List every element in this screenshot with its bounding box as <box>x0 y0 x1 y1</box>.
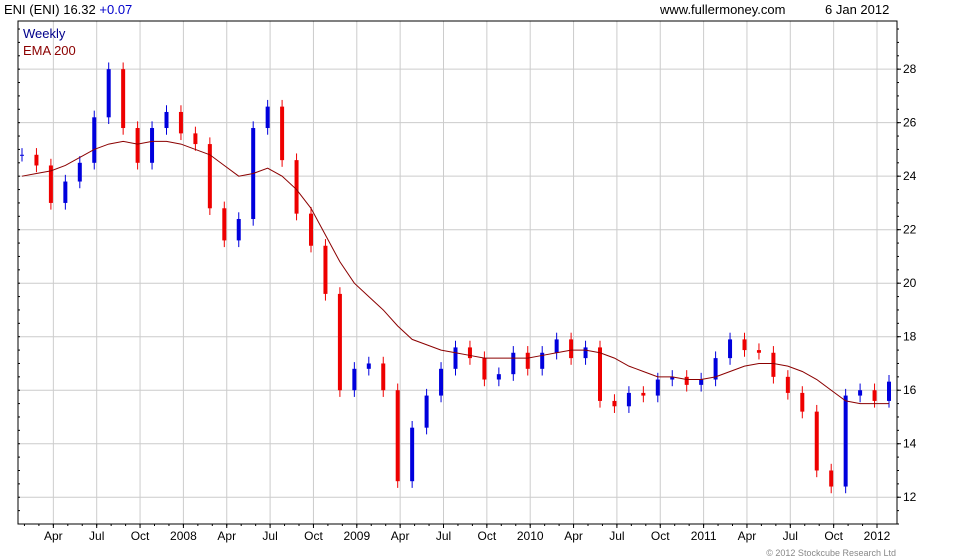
candle-body <box>843 395 848 487</box>
y-tick-label: 14 <box>903 437 917 451</box>
candle-body <box>280 106 285 161</box>
candle-body <box>150 128 155 163</box>
x-tick-label: Jul <box>262 529 277 543</box>
candle-body <box>598 347 602 401</box>
candle-body <box>92 117 97 163</box>
candle-body <box>34 154 39 166</box>
candle-body <box>482 358 487 380</box>
candle-body <box>814 411 819 471</box>
candle-body <box>641 392 646 396</box>
y-tick-label: 26 <box>903 116 917 130</box>
candle-body <box>858 390 863 396</box>
candle-body <box>424 395 429 428</box>
candle-body <box>366 363 371 369</box>
plot-frame <box>17 20 898 525</box>
candle-body <box>887 381 891 401</box>
y-tick-label: 18 <box>903 330 917 344</box>
x-tick-label: Apr <box>738 529 757 543</box>
copyright-note: © 2012 Stockcube Research Ltd <box>766 548 896 558</box>
candle-body <box>684 376 689 385</box>
x-tick-label: Apr <box>564 529 583 543</box>
candle-body <box>785 376 790 393</box>
candle-body <box>496 374 501 380</box>
candle-body <box>583 347 588 359</box>
legend-ema: EMA 200 <box>23 43 76 58</box>
candle-body <box>569 339 574 359</box>
candle-body <box>872 390 877 401</box>
weekly-candles <box>20 62 891 494</box>
candle-body <box>337 293 342 391</box>
candle-body <box>756 350 761 353</box>
candle-body <box>771 352 776 377</box>
axes: 12 14 16 18 20 22 24 26 28 Apr Jul Oct 2008 Apr Jul Oct… <box>18 28 917 543</box>
x-tick-label: Jul <box>783 529 798 543</box>
y-tick-label: 28 <box>903 62 917 76</box>
candle-body <box>655 379 660 396</box>
x-tick-label: Jul <box>436 529 451 543</box>
candle-body <box>511 352 516 375</box>
x-tick-label: Oct <box>651 529 670 543</box>
candle-body <box>800 392 805 412</box>
x-tick-label: Apr <box>391 529 410 543</box>
candle-body <box>395 390 400 482</box>
x-tick-label: 2008 <box>170 529 197 543</box>
x-tick-label: Oct <box>131 529 150 543</box>
candle-body <box>20 154 24 156</box>
candle-body <box>728 339 733 359</box>
x-tick-label: Apr <box>217 529 236 543</box>
candle-body <box>222 208 227 241</box>
price-chart: 12 14 16 18 20 22 24 26 28 Apr Jul Oct 2008 Apr Jul Oct… <box>17 20 917 543</box>
candle-body <box>554 339 559 353</box>
candle-body <box>121 69 126 129</box>
x-tick-label: Oct <box>304 529 323 543</box>
candle-body <box>467 347 472 359</box>
candle-body <box>236 218 241 241</box>
candle-body <box>135 128 140 163</box>
y-tick-label: 12 <box>903 490 917 504</box>
x-tick-label: 2010 <box>517 529 544 543</box>
candle-body <box>699 379 704 385</box>
y-tick-label: 20 <box>903 276 917 290</box>
candle-body <box>193 133 198 145</box>
x-tick-label: 2012 <box>864 529 891 543</box>
candle-body <box>294 160 299 214</box>
candle-body <box>439 368 444 396</box>
candle-body <box>410 427 415 482</box>
candle-body <box>164 111 169 129</box>
x-tick-label: Oct <box>478 529 497 543</box>
candle-body <box>829 470 834 487</box>
candle-body <box>265 106 270 129</box>
candle-body <box>77 162 82 182</box>
candle-body <box>626 392 631 407</box>
x-tick-label: Jul <box>609 529 624 543</box>
candle-body <box>525 352 530 369</box>
candle-body <box>352 368 357 391</box>
candle-body <box>106 69 111 118</box>
x-tick-label: Jul <box>89 529 104 543</box>
x-tick-label: 2011 <box>691 529 717 543</box>
y-tick-label: 24 <box>903 169 917 183</box>
candle-body <box>381 363 386 391</box>
y-tick-label: 16 <box>903 383 917 397</box>
candle-body <box>612 400 617 407</box>
x-tick-label: 2009 <box>343 529 370 543</box>
x-tick-label: Oct <box>824 529 843 543</box>
candle-body <box>742 339 747 351</box>
x-tick-label: Apr <box>44 529 63 543</box>
legend-weekly: Weekly <box>23 26 66 41</box>
y-tick-label: 22 <box>903 223 917 237</box>
candle-body <box>178 111 183 134</box>
candle-body <box>63 181 68 203</box>
grid <box>18 21 897 524</box>
candle-body <box>309 213 313 246</box>
candle-body <box>207 144 212 209</box>
candle-body <box>453 347 458 369</box>
candle-body <box>323 245 328 294</box>
